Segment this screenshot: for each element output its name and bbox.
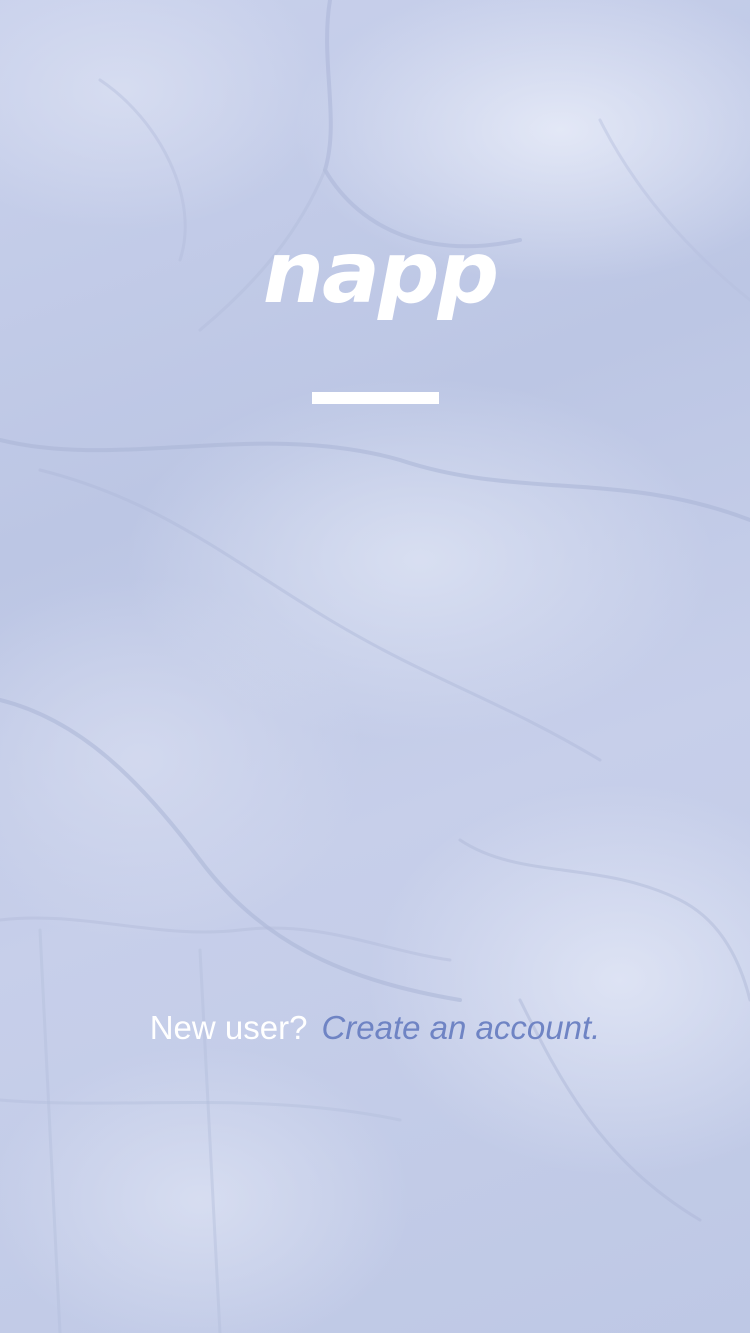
bedsheet-background-image: [0, 0, 750, 1333]
logo-divider: [312, 392, 439, 404]
splash-screen: napp New user? Create an account.: [0, 0, 750, 1333]
new-user-prompt: New user?: [149, 1009, 308, 1046]
napp-logo: napp: [263, 223, 499, 323]
signup-row: New user? Create an account.: [0, 1006, 750, 1050]
create-account-link[interactable]: Create an account.: [321, 1009, 600, 1046]
svg-text:napp: napp: [263, 223, 497, 323]
